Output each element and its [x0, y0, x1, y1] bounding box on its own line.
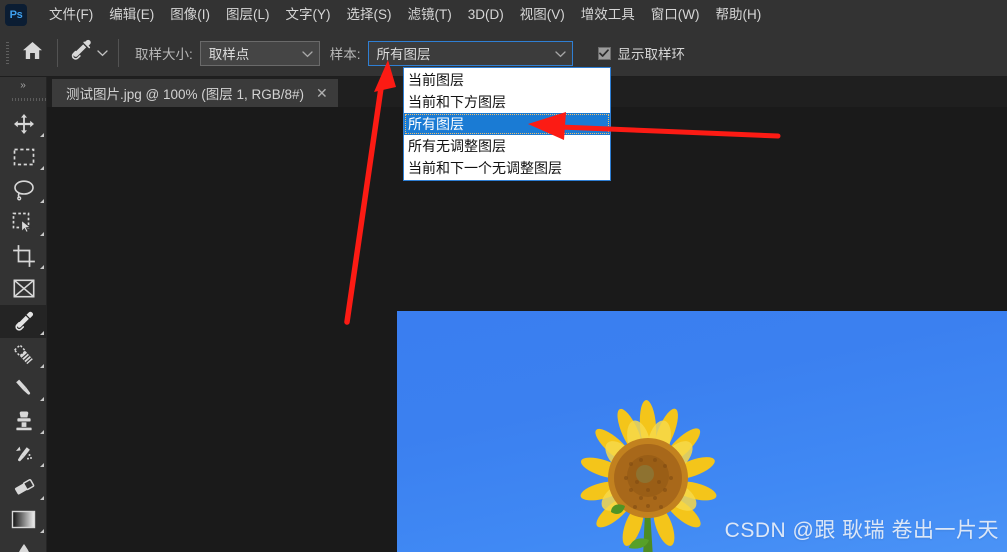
- document-tab-title: 测试图片.jpg @ 100% (图层 1, RGB/8#): [66, 87, 305, 102]
- menu-layer[interactable]: 图层(L): [218, 0, 278, 30]
- dropdown-option-current-and-below[interactable]: 当前和下方图层: [404, 91, 610, 113]
- menu-select[interactable]: 选择(S): [339, 0, 400, 30]
- gradient-icon: [11, 510, 36, 529]
- brush-icon: [12, 376, 36, 400]
- crop-icon: [12, 244, 35, 267]
- photoshop-window: Ps 文件(F) 编辑(E) 图像(I) 图层(L) 文字(Y) 选择(S) 滤…: [0, 0, 1007, 552]
- eyedropper-tool[interactable]: [0, 305, 47, 338]
- chevron-down-icon: [294, 46, 313, 61]
- tool-flyout-corner: [40, 166, 44, 170]
- watermark-text: CSDN @跟 耿瑞 卷出一片天: [724, 519, 999, 542]
- options-divider-2: [118, 39, 119, 67]
- healing-brush-icon: [12, 343, 36, 367]
- lasso-tool[interactable]: [0, 173, 47, 206]
- frame-tool[interactable]: [0, 272, 47, 305]
- dodge-icon: [13, 543, 35, 552]
- clone-stamp-tool[interactable]: [0, 404, 47, 437]
- lasso-icon: [13, 179, 35, 201]
- sample-size-value: 取样点: [208, 47, 250, 62]
- move-icon: [13, 113, 35, 135]
- document-tab[interactable]: 测试图片.jpg @ 100% (图层 1, RGB/8#) ✕: [52, 79, 338, 107]
- spot-healing-brush-tool[interactable]: [0, 338, 47, 371]
- sample-value: 所有图层: [376, 47, 431, 62]
- gradient-tool[interactable]: [0, 503, 47, 536]
- chevron-down-icon: [547, 46, 566, 61]
- object-selection-tool[interactable]: [0, 206, 47, 239]
- menu-image[interactable]: 图像(I): [162, 0, 218, 30]
- menu-edit[interactable]: 编辑(E): [101, 0, 162, 30]
- menu-view[interactable]: 视图(V): [512, 0, 573, 30]
- tool-flyout-corner: [40, 397, 44, 401]
- dodge-tool[interactable]: [0, 536, 47, 552]
- rectangular-marquee-tool[interactable]: [0, 140, 47, 173]
- eyedropper-icon: [68, 38, 94, 69]
- eyedropper-icon: [12, 310, 36, 334]
- tool-flyout-corner: [40, 331, 44, 335]
- sample-size-select[interactable]: 取样点: [199, 40, 320, 66]
- chevron-down-icon: [97, 44, 108, 62]
- dropdown-option-current-layer[interactable]: 当前图层: [404, 69, 610, 91]
- menu-plugins[interactable]: 增效工具: [573, 0, 643, 30]
- sunflower-artwork: [580, 400, 717, 552]
- options-divider-1: [57, 39, 58, 67]
- tool-flyout-corner: [40, 496, 44, 500]
- tool-flyout-corner: [40, 430, 44, 434]
- collapse-toolbar-button[interactable]: »: [0, 77, 46, 93]
- document-image[interactable]: CSDN @跟 耿瑞 卷出一片天: [397, 311, 1007, 552]
- menu-help[interactable]: 帮助(H): [707, 0, 769, 30]
- history-brush-icon: [12, 442, 36, 466]
- sample-size-label: 取样大小:: [135, 47, 193, 62]
- marquee-rect-icon: [13, 148, 35, 166]
- clone-stamp-icon: [13, 410, 35, 432]
- close-icon[interactable]: ✕: [316, 86, 328, 100]
- tools-panel: »: [0, 77, 47, 552]
- photoshop-logo: Ps: [5, 4, 27, 26]
- dropdown-option-all-layers[interactable]: 所有图层: [404, 113, 610, 135]
- show-sampling-ring-checkbox[interactable]: 显示取样环: [597, 43, 686, 63]
- menu-3d[interactable]: 3D(D): [460, 0, 512, 30]
- dropdown-option-all-no-adjustments[interactable]: 所有无调整图层: [404, 135, 610, 157]
- tool-flyout-corner: [40, 529, 44, 533]
- tool-flyout-corner: [40, 463, 44, 467]
- tool-flyout-corner: [40, 265, 44, 269]
- tool-preset-picker[interactable]: [64, 38, 112, 69]
- history-brush-tool[interactable]: [0, 437, 47, 470]
- sample-label: 样本:: [329, 47, 361, 62]
- sample-dropdown-list[interactable]: 当前图层 当前和下方图层 所有图层 所有无调整图层 当前和下一个无调整图层: [403, 67, 611, 181]
- home-button[interactable]: [13, 33, 51, 73]
- sample-select[interactable]: 所有图层: [367, 40, 573, 66]
- frame-icon: [12, 279, 35, 298]
- menu-window[interactable]: 窗口(W): [643, 0, 708, 30]
- menu-filter[interactable]: 滤镜(T): [400, 0, 460, 30]
- show-sampling-ring-label: 显示取样环: [617, 47, 686, 62]
- menu-bar: Ps 文件(F) 编辑(E) 图像(I) 图层(L) 文字(Y) 选择(S) 滤…: [0, 0, 1007, 30]
- move-tool[interactable]: [0, 107, 47, 140]
- dropdown-option-current-and-below-no-adjustments[interactable]: 当前和下一个无调整图层: [404, 157, 610, 179]
- menu-file[interactable]: 文件(F): [41, 0, 101, 30]
- options-bar-grip[interactable]: [4, 40, 13, 66]
- menu-type[interactable]: 文字(Y): [278, 0, 339, 30]
- home-icon: [22, 41, 43, 65]
- brush-tool[interactable]: [0, 371, 47, 404]
- quick-selection-icon: [12, 212, 35, 233]
- checkbox-box: [597, 46, 611, 60]
- tool-flyout-corner: [40, 199, 44, 203]
- tool-flyout-corner: [40, 133, 44, 137]
- crop-tool[interactable]: [0, 239, 47, 272]
- eraser-tool[interactable]: [0, 470, 47, 503]
- tool-flyout-corner: [40, 364, 44, 368]
- tool-flyout-corner: [40, 232, 44, 236]
- eraser-icon: [12, 477, 36, 497]
- toolbar-grip[interactable]: [0, 93, 46, 107]
